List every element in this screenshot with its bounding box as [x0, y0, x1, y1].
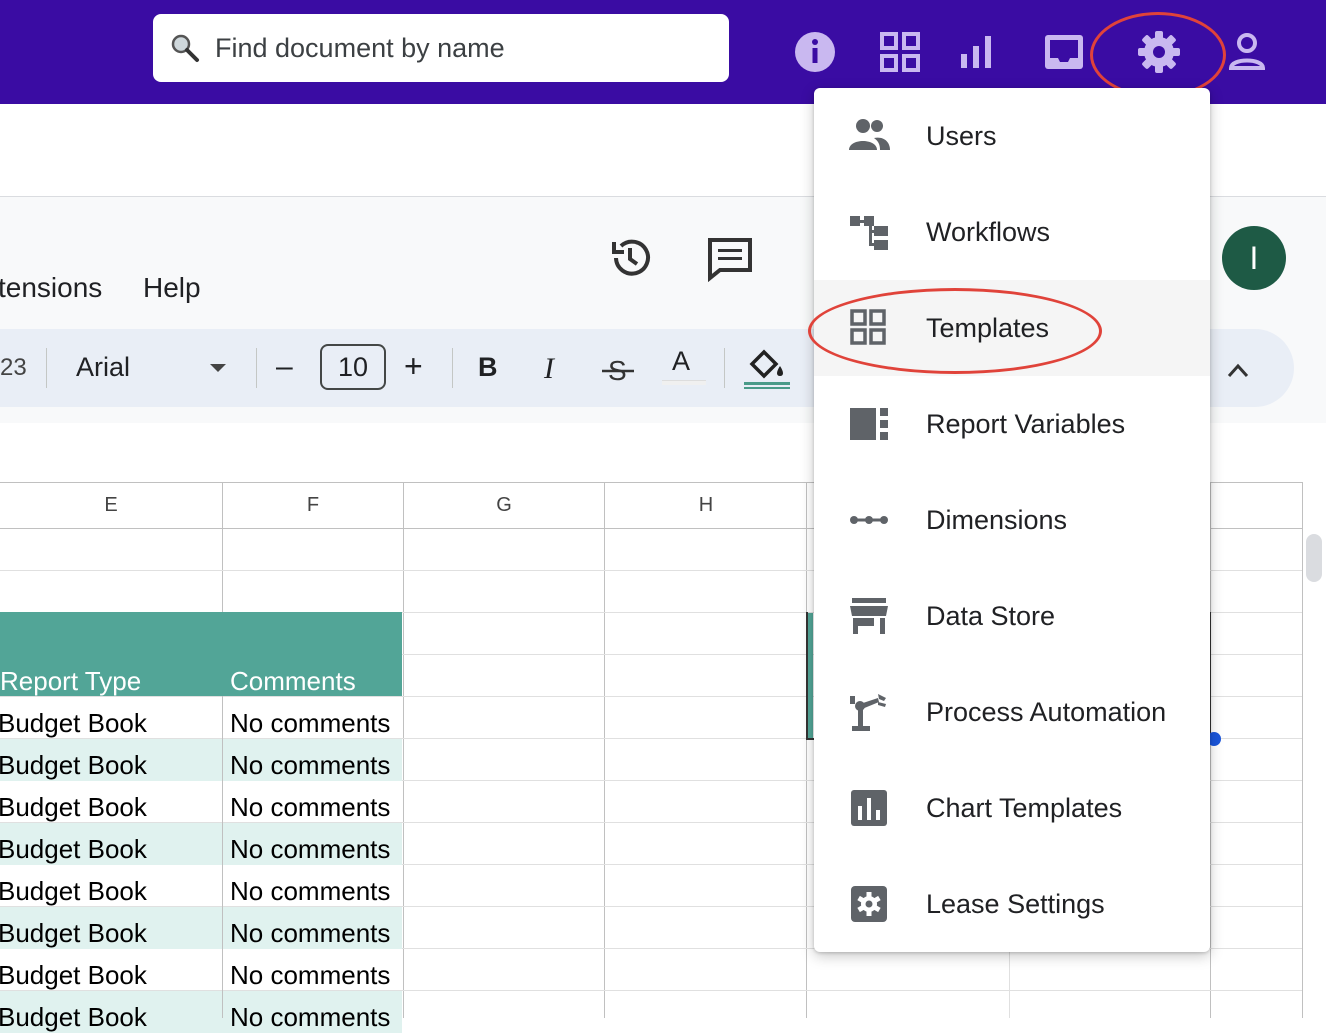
grid-line [222, 696, 223, 1018]
avatar[interactable]: I [1222, 226, 1286, 290]
number-format-button[interactable]: 23 [0, 354, 27, 382]
grid-line [403, 482, 404, 1018]
dropdown-item-users[interactable]: Users [814, 88, 1210, 184]
italic-button[interactable]: I [544, 352, 554, 386]
store-icon [848, 596, 890, 636]
info-icon[interactable] [791, 28, 839, 76]
users-icon [848, 116, 890, 156]
column-header-h[interactable]: H [605, 482, 807, 528]
column-header-e[interactable]: E [0, 482, 222, 528]
table-cell[interactable]: Budget Book [0, 750, 147, 781]
grid-line [806, 482, 807, 1018]
bar-chart-icon[interactable] [953, 28, 1001, 76]
dropdown-item-label: Lease Settings [926, 889, 1105, 919]
search-box[interactable] [153, 14, 729, 82]
chevron-down-icon[interactable] [208, 362, 228, 374]
dropdown-item-label: Workflows [926, 217, 1051, 247]
dropdown-item-label: Users [926, 121, 997, 151]
comment-icon[interactable] [706, 236, 754, 282]
dropdown-item-label: Data Store [926, 601, 1056, 631]
dropdown-item-lease-settings[interactable]: Lease Settings [814, 856, 1210, 952]
selection-border [806, 612, 808, 740]
decrease-font-size-button[interactable]: – [276, 350, 293, 384]
robot-arm-icon [848, 692, 890, 732]
search-icon [171, 34, 199, 62]
table-cell[interactable]: No comments [230, 960, 390, 991]
grid-line [1210, 482, 1211, 1018]
column-header-g[interactable]: G [404, 482, 604, 528]
font-size-input[interactable]: 10 [320, 344, 386, 390]
dropdown-item-label: Chart Templates [926, 793, 1123, 823]
settings-icon [848, 884, 890, 924]
menu-help[interactable]: Help [143, 272, 201, 304]
divider [46, 348, 47, 388]
font-select[interactable]: Arial [76, 352, 130, 383]
dropdown-item-templates[interactable]: Templates [814, 280, 1210, 376]
vertical-scrollbar[interactable] [1306, 534, 1322, 582]
column-header-f[interactable]: F [223, 482, 403, 528]
table-cell[interactable]: Budget Book [0, 960, 147, 991]
table-cell[interactable]: No comments [230, 876, 390, 907]
dropdown-item-workflows[interactable]: Workflows [814, 184, 1210, 280]
grid-icon[interactable] [876, 28, 924, 76]
search-input[interactable] [215, 28, 705, 68]
inbox-icon[interactable] [1040, 28, 1088, 76]
gear-icon[interactable] [1135, 28, 1183, 76]
strikethrough-icon[interactable]: S [600, 352, 636, 388]
chart-icon [848, 788, 890, 828]
dropdown-item-label: Process Automation [926, 697, 1167, 727]
settings-dropdown: Users Workflows Templates Report Variabl… [814, 88, 1210, 952]
table-cell[interactable]: Budget Book [0, 876, 147, 907]
report-variables-icon [848, 404, 890, 444]
dropdown-item-label: Dimensions [926, 505, 1068, 535]
grid-line [604, 482, 605, 1018]
table-cell[interactable]: Budget Book [0, 918, 147, 949]
bold-button[interactable]: B [478, 352, 498, 383]
menu-extensions[interactable]: tensions [0, 272, 102, 304]
dropdown-item-chart-templates[interactable]: Chart Templates [814, 760, 1210, 856]
chevron-up-icon[interactable] [1226, 360, 1250, 380]
dropdown-item-data-store[interactable]: Data Store [814, 568, 1210, 664]
header-report-type[interactable]: Report Type [0, 666, 141, 697]
dropdown-item-dimensions[interactable]: Dimensions [814, 472, 1210, 568]
divider [256, 348, 257, 388]
text-color-swatch [662, 380, 706, 385]
table-cell[interactable]: No comments [230, 918, 390, 949]
dropdown-item-label: Templates [926, 313, 1050, 343]
divider [452, 348, 453, 388]
table-cell[interactable]: No comments [230, 708, 390, 739]
grid-line [1302, 482, 1303, 1018]
header-comments[interactable]: Comments [230, 666, 356, 697]
dropdown-item-report-variables[interactable]: Report Variables [814, 376, 1210, 472]
table-cell[interactable]: No comments [230, 834, 390, 865]
fill-color-icon[interactable] [744, 346, 790, 390]
table-cell[interactable]: Budget Book [0, 834, 147, 865]
history-icon[interactable] [606, 234, 654, 282]
divider [724, 348, 725, 388]
text-color-button[interactable]: A [672, 346, 690, 377]
table-cell[interactable]: No comments [230, 792, 390, 823]
dimensions-icon [848, 500, 890, 540]
increase-font-size-button[interactable]: + [404, 348, 423, 385]
templates-icon [848, 308, 890, 348]
person-icon[interactable] [1223, 28, 1271, 76]
table-cell[interactable]: Budget Book [0, 708, 147, 739]
dropdown-item-label: Report Variables [926, 409, 1126, 439]
workflow-icon [848, 212, 890, 252]
table-cell[interactable]: No comments [230, 750, 390, 781]
dropdown-item-process-automation[interactable]: Process Automation [814, 664, 1210, 760]
table-cell[interactable]: Budget Book [0, 792, 147, 823]
